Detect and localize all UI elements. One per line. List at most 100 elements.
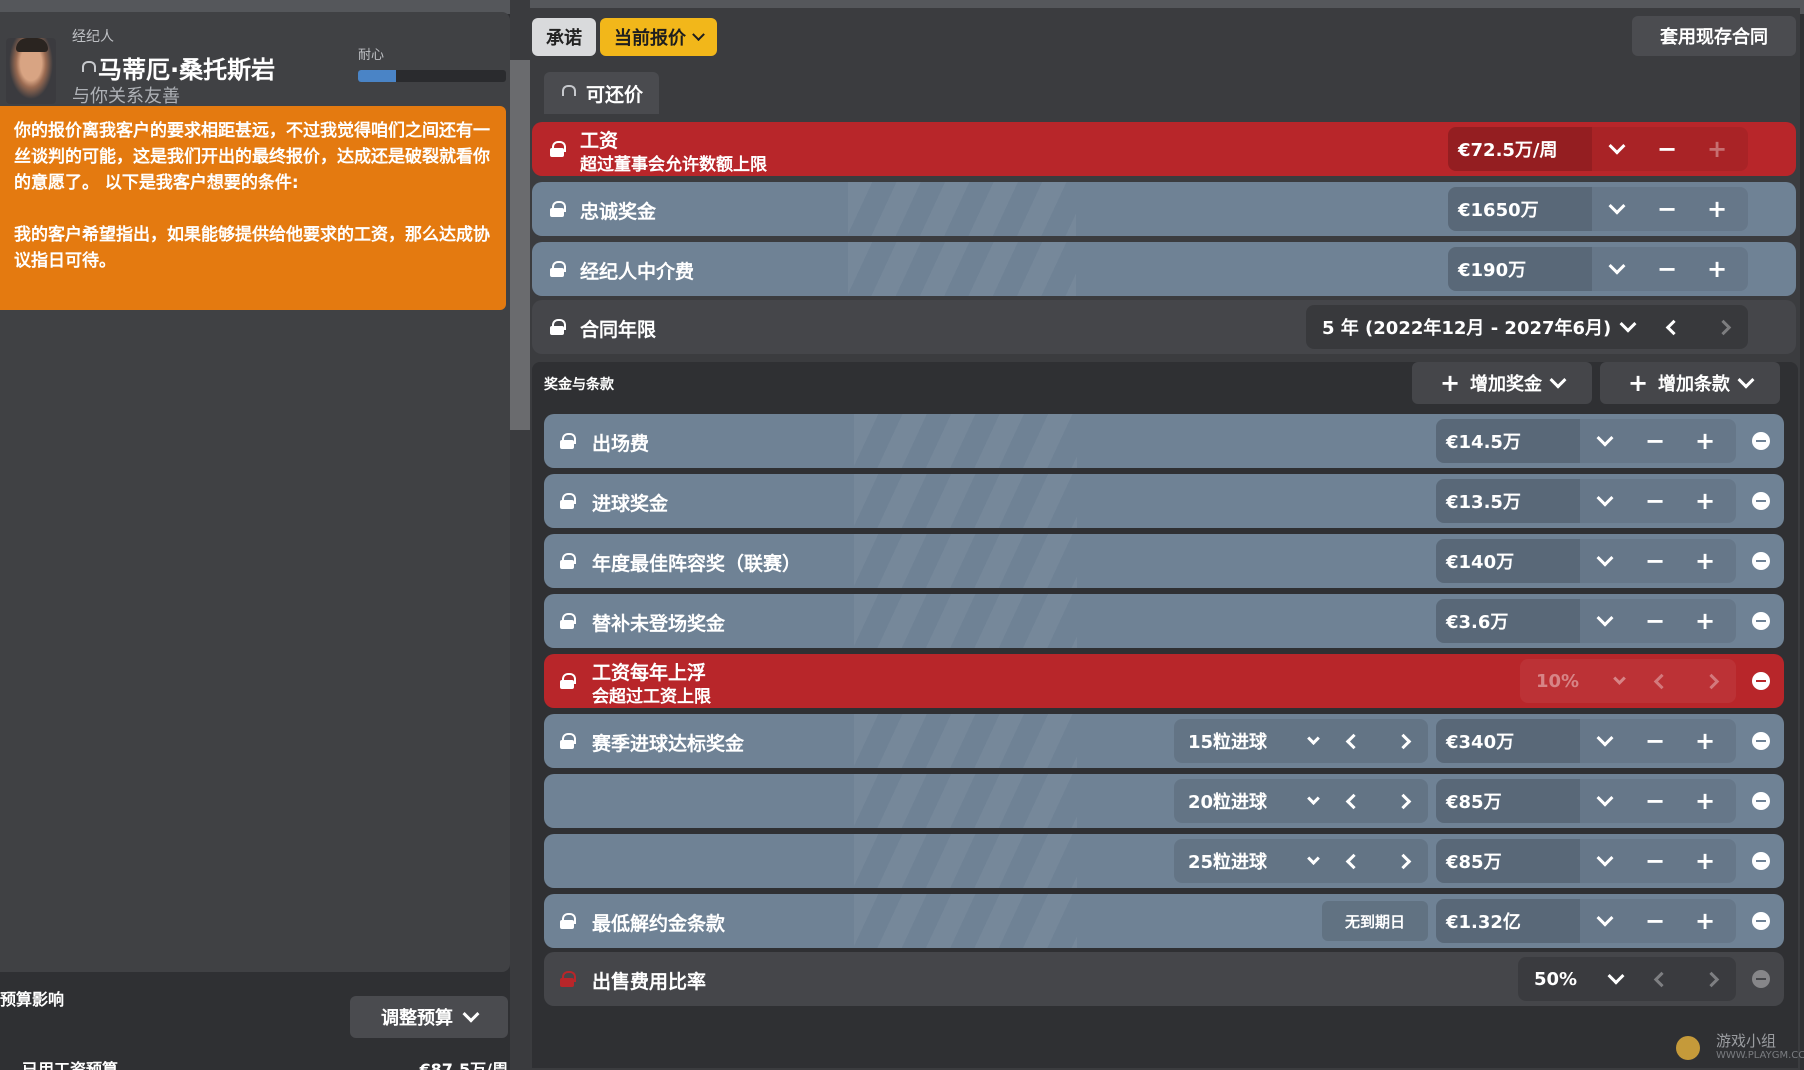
agent-fee-decrease-button[interactable]: −: [1642, 247, 1692, 291]
tier-3-increase-button[interactable]: +: [1680, 839, 1730, 883]
contract-length-next-button[interactable]: [1698, 305, 1748, 349]
add-bonus-button[interactable]: + 增加奖金: [1412, 362, 1592, 404]
lock-icon[interactable]: [550, 201, 566, 217]
season-goals-tier-1-goals[interactable]: 15粒进球: [1174, 728, 1298, 754]
appearance-fee-value[interactable]: €14.5万: [1436, 419, 1580, 463]
sell-on-select[interactable]: 50%: [1518, 967, 1636, 990]
season-goals-tier-2-value[interactable]: €85万: [1436, 779, 1580, 823]
release-clause-expiry-button[interactable]: 无到期日: [1322, 901, 1428, 941]
wage-rise-prev-button[interactable]: [1636, 659, 1686, 703]
lock-icon[interactable]: [560, 433, 576, 449]
season-goals-tier-3-value[interactable]: €85万: [1436, 839, 1580, 883]
lock-icon[interactable]: [550, 319, 566, 335]
appearance-dropdown-button[interactable]: [1580, 419, 1630, 463]
tier-3-value-dropdown-button[interactable]: [1580, 839, 1630, 883]
remove-icon[interactable]: [1752, 912, 1770, 930]
season-goals-tier-3-goals[interactable]: 25粒进球: [1174, 848, 1298, 874]
tier-1-prev-button[interactable]: [1328, 719, 1378, 763]
tier-2-decrease-button[interactable]: −: [1630, 779, 1680, 823]
tier-2-value-dropdown-button[interactable]: [1580, 779, 1630, 823]
tier-2-increase-button[interactable]: +: [1680, 779, 1730, 823]
tab-current-offer[interactable]: 当前报价: [600, 18, 717, 56]
agent-fee-increase-button[interactable]: +: [1692, 247, 1742, 291]
wage-dropdown-button[interactable]: [1592, 127, 1642, 171]
wage-rise-select[interactable]: 10%: [1520, 671, 1636, 692]
goal-decrease-button[interactable]: −: [1630, 479, 1680, 523]
tier-1-increase-button[interactable]: +: [1680, 719, 1730, 763]
season-goals-tier-1-value[interactable]: €340万: [1436, 719, 1580, 763]
lock-icon[interactable]: [560, 493, 576, 509]
lock-icon[interactable]: [560, 673, 576, 689]
remove-icon[interactable]: [1752, 792, 1770, 810]
unused-sub-dropdown-button[interactable]: [1580, 599, 1630, 643]
tier-3-next-button[interactable]: [1378, 839, 1428, 883]
lock-icon[interactable]: [550, 141, 566, 157]
appearance-decrease-button[interactable]: −: [1630, 419, 1680, 463]
tier-2-prev-button[interactable]: [1328, 779, 1378, 823]
release-clause-increase-button[interactable]: +: [1680, 899, 1730, 943]
tier-3-prev-button[interactable]: [1328, 839, 1378, 883]
tier-3-decrease-button[interactable]: −: [1630, 839, 1680, 883]
wage-increase-button[interactable]: +: [1692, 127, 1742, 171]
team-of-year-increase-button[interactable]: +: [1680, 539, 1730, 583]
remove-icon[interactable]: [1752, 672, 1770, 690]
release-clause-value[interactable]: €1.32亿: [1436, 899, 1580, 943]
remove-icon[interactable]: [1752, 970, 1770, 988]
lock-icon[interactable]: [560, 971, 576, 987]
team-of-year-dropdown-button[interactable]: [1580, 539, 1630, 583]
tier-1-decrease-button[interactable]: −: [1630, 719, 1680, 763]
wage-decrease-button[interactable]: −: [1642, 127, 1692, 171]
tier-2-next-button[interactable]: [1378, 779, 1428, 823]
contract-length-select[interactable]: 5 年 (2022年12月 - 2027年6月): [1306, 314, 1648, 340]
remove-icon[interactable]: [1752, 852, 1770, 870]
team-of-year-decrease-button[interactable]: −: [1630, 539, 1680, 583]
unused-sub-decrease-button[interactable]: −: [1630, 599, 1680, 643]
loyalty-decrease-button[interactable]: −: [1642, 187, 1692, 231]
wage-value[interactable]: €72.5万/周: [1448, 127, 1592, 171]
agent-fee-dropdown-button[interactable]: [1592, 247, 1642, 291]
agent-fee-value[interactable]: €190万: [1448, 247, 1592, 291]
appearance-increase-button[interactable]: +: [1680, 419, 1730, 463]
tier-1-next-button[interactable]: [1378, 719, 1428, 763]
tier-2-dropdown-button[interactable]: [1298, 779, 1328, 823]
plus-icon: +: [1439, 369, 1461, 397]
lock-icon[interactable]: [560, 553, 576, 569]
sell-on-next-button[interactable]: [1686, 957, 1736, 1001]
lock-icon[interactable]: [560, 613, 576, 629]
contract-length-prev-button[interactable]: [1648, 305, 1698, 349]
remove-icon[interactable]: [1752, 732, 1770, 750]
remove-icon[interactable]: [1752, 492, 1770, 510]
lock-icon[interactable]: [560, 913, 576, 929]
lock-icon[interactable]: [560, 733, 576, 749]
team-of-year-label: 年度最佳阵容奖（联赛）: [592, 553, 802, 575]
chevron-down-icon: [1608, 257, 1626, 275]
release-clause-dropdown-button[interactable]: [1580, 899, 1630, 943]
remove-icon[interactable]: [1752, 432, 1770, 450]
adjust-budget-button[interactable]: 调整预算: [350, 996, 508, 1038]
goal-increase-button[interactable]: +: [1680, 479, 1730, 523]
add-clause-button[interactable]: + 增加条款: [1600, 362, 1780, 404]
unused-sub-value[interactable]: €3.6万: [1436, 599, 1580, 643]
loyalty-dropdown-button[interactable]: [1592, 187, 1642, 231]
release-clause-decrease-button[interactable]: −: [1630, 899, 1680, 943]
goal-bonus-value[interactable]: €13.5万: [1436, 479, 1580, 523]
tab-commit[interactable]: 承诺: [532, 18, 596, 56]
tier-1-dropdown-button[interactable]: [1298, 719, 1328, 763]
sell-on-prev-button[interactable]: [1636, 957, 1686, 1001]
agent-name[interactable]: 马蒂厄·桑托斯岩: [98, 50, 275, 85]
loyalty-increase-button[interactable]: +: [1692, 187, 1742, 231]
loyalty-bonus-value[interactable]: €1650万: [1448, 187, 1592, 231]
tier-3-dropdown-button[interactable]: [1298, 839, 1328, 883]
remove-icon[interactable]: [1752, 612, 1770, 630]
team-of-year-value[interactable]: €140万: [1436, 539, 1580, 583]
unused-sub-increase-button[interactable]: +: [1680, 599, 1730, 643]
wage-rise-next-button[interactable]: [1686, 659, 1736, 703]
season-goals-tier-2-goals[interactable]: 20粒进球: [1174, 788, 1298, 814]
lock-icon[interactable]: [550, 261, 566, 277]
wage-control: €72.5万/周 − +: [1448, 127, 1748, 171]
remove-icon[interactable]: [1752, 552, 1770, 570]
goal-dropdown-button[interactable]: [1580, 479, 1630, 523]
tier-1-value-dropdown-button[interactable]: [1580, 719, 1630, 763]
apply-existing-contract-button[interactable]: 套用现存合同: [1632, 16, 1796, 56]
chevron-down-icon: [1596, 489, 1614, 507]
